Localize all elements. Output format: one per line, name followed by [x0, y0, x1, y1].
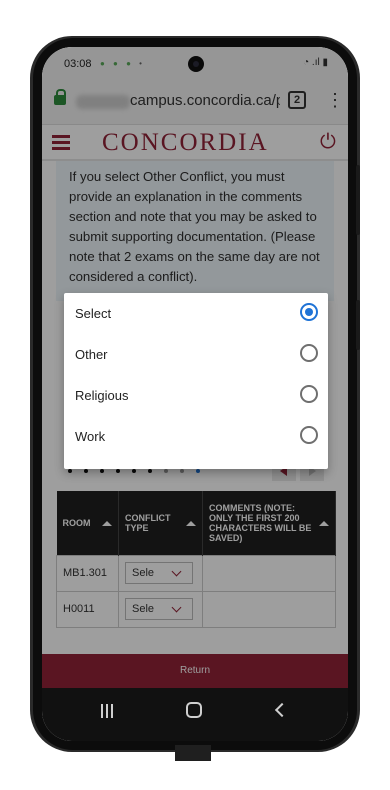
home-icon[interactable]: [186, 702, 202, 718]
android-nav-bar: [42, 688, 348, 741]
option-label: Other: [75, 347, 108, 362]
phone-stand: [175, 745, 211, 761]
radio-unselected-icon[interactable]: [300, 385, 318, 403]
volume-button: [356, 165, 360, 235]
option-religious[interactable]: Religious: [64, 375, 328, 416]
option-label: Work: [75, 429, 106, 444]
back-icon[interactable]: [274, 702, 290, 718]
option-label: Religious: [75, 388, 129, 403]
recent-apps-icon[interactable]: [101, 704, 115, 718]
option-label: Select: [75, 306, 112, 321]
option-work[interactable]: Work: [64, 416, 328, 457]
conflict-type-dialog: Select Other Religious Work: [64, 293, 328, 469]
option-other[interactable]: Other: [64, 334, 328, 375]
option-select[interactable]: Select: [64, 293, 328, 334]
radio-unselected-icon[interactable]: [300, 344, 318, 362]
phone-screen: 03:08 ● ● ● • ◔ .ıl ▮ campus.concordia.c…: [42, 47, 348, 741]
radio-unselected-icon[interactable]: [300, 426, 318, 444]
power-button: [356, 300, 360, 350]
radio-selected-icon[interactable]: [300, 303, 318, 321]
